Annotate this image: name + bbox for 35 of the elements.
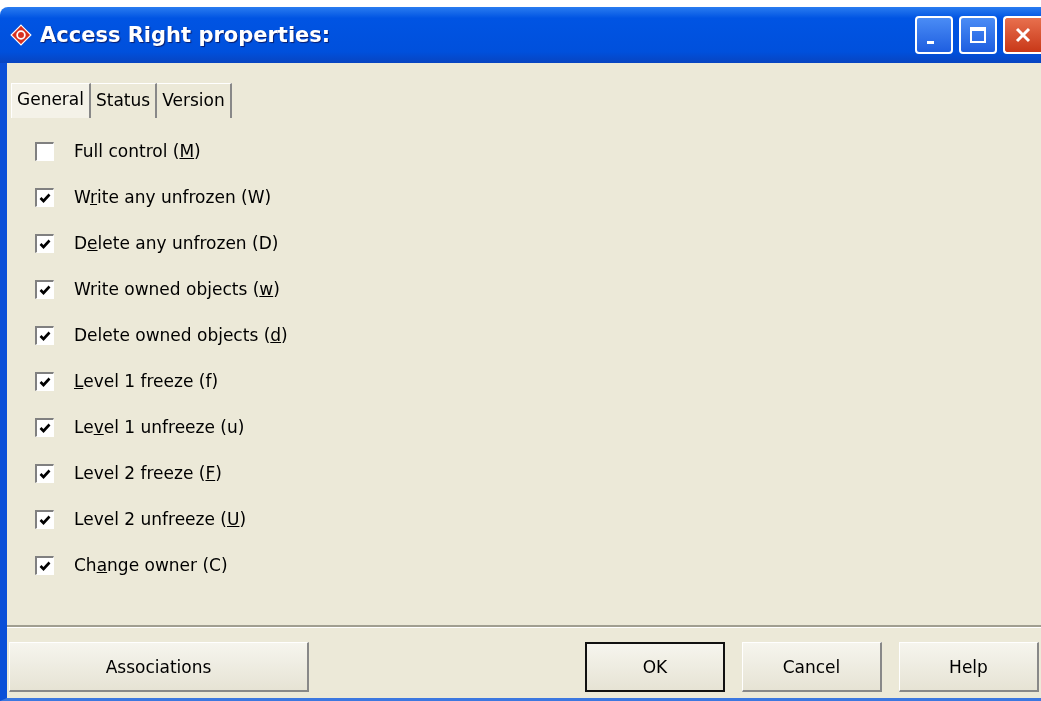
maximize-icon: [968, 25, 988, 45]
associations-button[interactable]: Associations: [9, 642, 309, 692]
checkbox[interactable]: [35, 463, 54, 483]
close-button[interactable]: [1003, 16, 1041, 54]
dialog-button[interactable]: OK: [585, 642, 725, 692]
checkbox[interactable]: [35, 509, 54, 529]
checkbox-label[interactable]: Full control (M): [74, 141, 201, 161]
checkbox[interactable]: [35, 555, 54, 575]
checkbox[interactable]: [35, 187, 54, 207]
checkbox-label[interactable]: Change owner (C): [74, 555, 228, 575]
checkbox-label[interactable]: Level 1 unfreeze (u): [74, 417, 245, 437]
checkbox-label[interactable]: Level 2 unfreeze (U): [74, 509, 247, 529]
minimize-button[interactable]: [915, 16, 953, 54]
checkbox-label[interactable]: Delete owned objects (d): [74, 325, 288, 345]
window-title: Access Right properties:: [40, 23, 332, 47]
tab[interactable]: Status: [91, 83, 158, 118]
dialog-button[interactable]: Cancel: [742, 642, 882, 692]
checkbox[interactable]: [35, 325, 54, 345]
checkbox-label[interactable]: Delete any unfrozen (D): [74, 233, 279, 253]
checkbox-label[interactable]: Level 2 freeze (F): [74, 463, 222, 483]
checkbox-label[interactable]: Level 1 freeze (f): [74, 371, 219, 391]
dialog-button[interactable]: Help: [899, 642, 1039, 692]
checkbox[interactable]: [35, 371, 54, 391]
minimize-icon: [926, 40, 934, 44]
maximize-button[interactable]: [959, 16, 997, 54]
checkbox-label[interactable]: Write any unfrozen (W): [74, 187, 272, 207]
checkbox[interactable]: [35, 141, 54, 161]
diamond-app-icon: [10, 24, 32, 46]
tab[interactable]: Version: [157, 83, 232, 118]
checkbox-label[interactable]: Write owned objects (w): [74, 279, 280, 299]
checkbox[interactable]: [35, 417, 54, 437]
close-icon: [1013, 25, 1033, 45]
tab[interactable]: General: [11, 83, 91, 118]
checkbox[interactable]: [35, 233, 54, 253]
checkbox[interactable]: [35, 279, 54, 299]
